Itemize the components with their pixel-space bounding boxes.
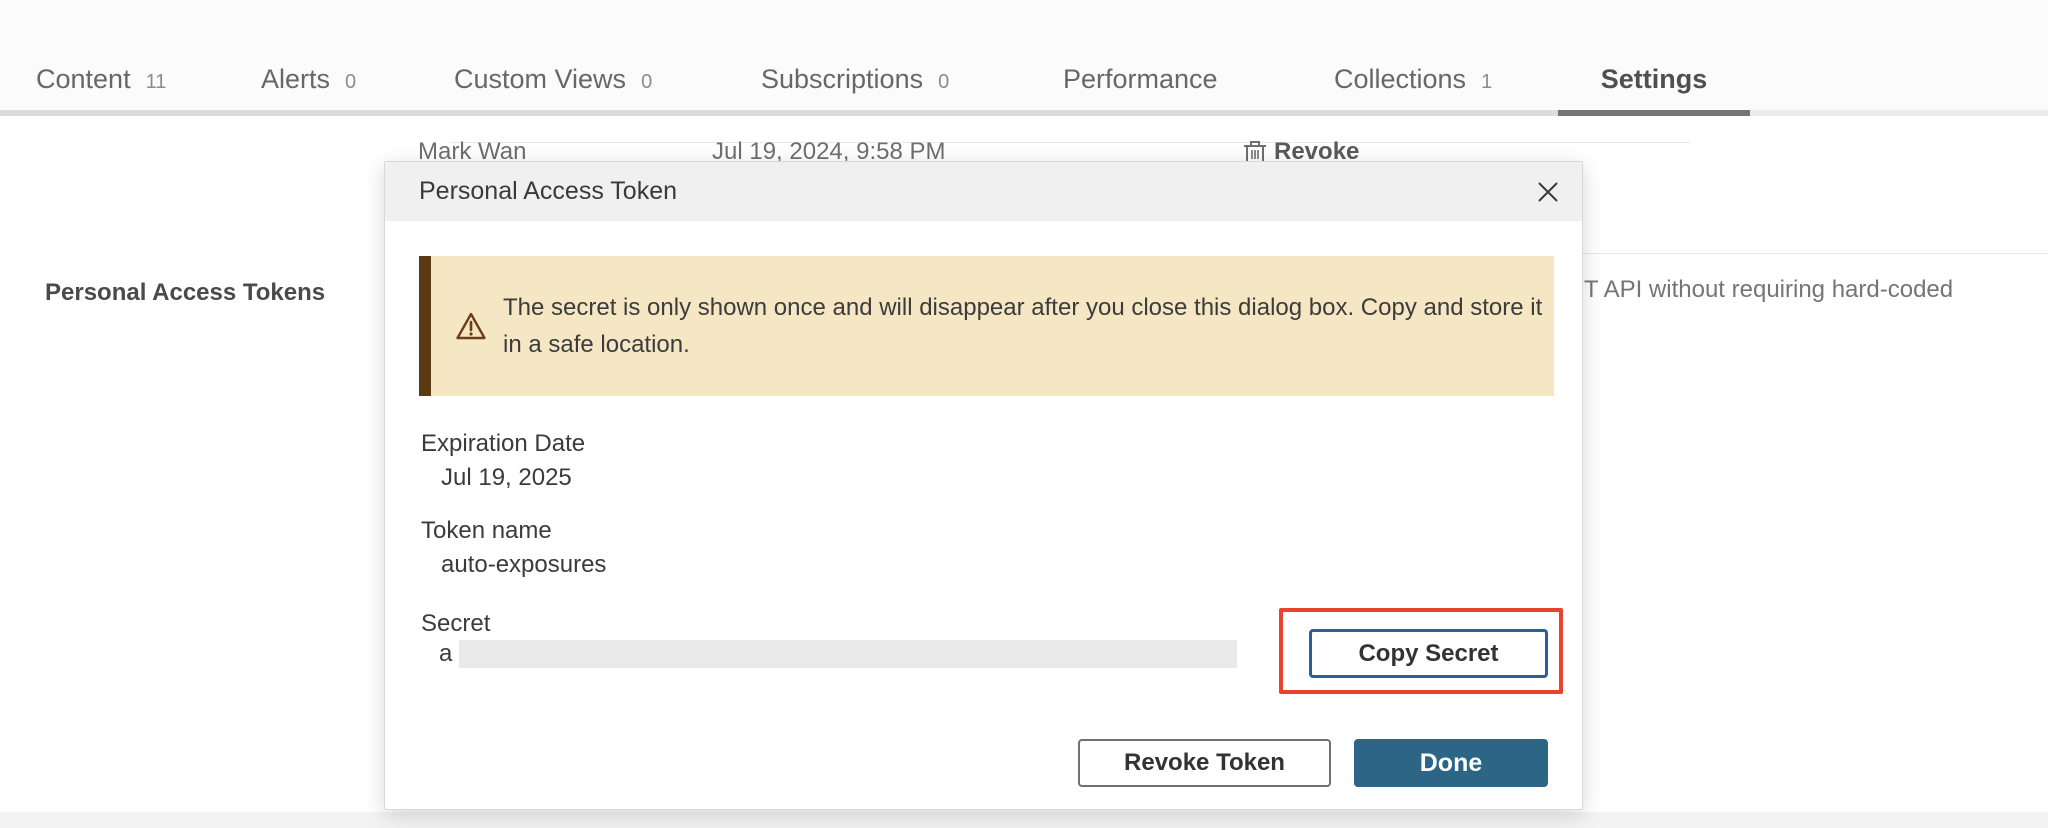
tab-label: Performance [1063,64,1218,94]
tab-content[interactable]: Content 11 [36,58,166,100]
warning-banner: The secret is only shown once and will d… [419,256,1554,396]
copy-secret-button[interactable]: Copy Secret [1309,629,1548,678]
tab-count: 0 [345,71,356,93]
tab-performance[interactable]: Performance [1063,58,1218,100]
active-tab-underline [1558,110,1750,116]
secret-value-row: a [439,640,1237,668]
personal-access-tokens-label: Personal Access Tokens [45,279,325,307]
done-button[interactable]: Done [1354,739,1548,787]
dialog-header: Personal Access Token [385,162,1582,221]
tab-custom-views[interactable]: Custom Views 0 [454,58,652,100]
secret-label: Secret [421,610,490,638]
section-divider [1583,253,2048,254]
personal-access-token-dialog: Personal Access Token The secret is only… [384,161,1583,810]
revoke-token-button[interactable]: Revoke Token [1078,739,1331,787]
tab-label: Subscriptions [761,64,923,94]
tab-underline-track [0,110,1558,116]
expiration-date-value: Jul 19, 2025 [441,464,572,492]
warning-text: The secret is only shown once and will d… [503,289,1548,363]
close-icon[interactable] [1532,176,1564,208]
tab-label: Settings [1601,64,1708,94]
tab-underline-track [1750,110,2048,116]
token-name-value: auto-exposures [441,551,606,579]
tab-collections[interactable]: Collections 1 [1334,58,1492,100]
warning-triangle-icon [455,311,487,341]
tab-subscriptions[interactable]: Subscriptions 0 [761,58,949,100]
tab-count: 0 [938,71,949,93]
tab-label: Alerts [261,64,330,94]
secret-redacted-bar [459,640,1237,668]
tab-label: Custom Views [454,64,626,94]
secret-value-visible-char: a [439,640,452,668]
tab-count: 1 [1481,71,1492,93]
token-name-label: Token name [421,517,552,545]
tab-label: Collections [1334,64,1466,94]
tab-label: Content [36,64,131,94]
dialog-title: Personal Access Token [419,162,677,221]
tab-alerts[interactable]: Alerts 0 [261,58,356,100]
tab-count: 11 [146,71,167,93]
tab-count: 0 [641,71,652,93]
expiration-date-label: Expiration Date [421,430,585,458]
page-bottom-strip [0,812,2048,828]
tab-bar: Content 11 Alerts 0 Custom Views 0 Subscrip… [0,0,2048,116]
table-top-divider [450,142,1690,143]
tab-settings[interactable]: Settings [1558,58,1750,100]
section-description-fragment: ST API without requiring hard-coded [1568,276,1953,304]
